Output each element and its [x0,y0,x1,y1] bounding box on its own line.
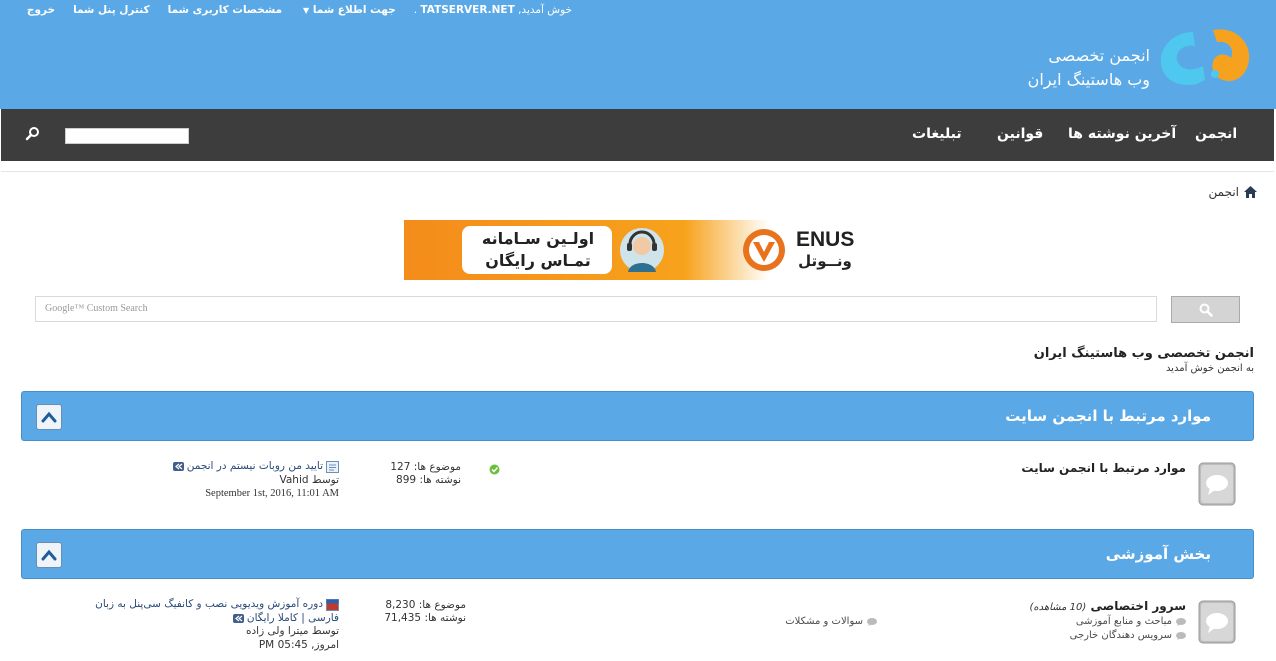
top-links: خوش آمدید, TATSERVER.NET . جهت اطلاع شما… [27,4,572,18]
posts-count: نوشته ها: 71,435 [384,612,466,624]
category-header: بخش آموزشی [21,529,1254,579]
google-search-placeholder: Google™ Custom Search [45,303,148,314]
subforum-bubble-icon [1176,631,1186,640]
subforum-bubble-icon [867,617,877,626]
site-logo-icon[interactable] [1153,22,1257,94]
username-link[interactable]: TATSERVER.NET [420,4,514,16]
logout-link[interactable]: خروج [27,4,55,18]
topics-count: موضوع ها: 8,230 [385,599,466,611]
caret-down-icon: ▼ [303,6,310,15]
last-post-link[interactable]: دوره آموزش ویدیویی نصب و کانفیگ سی‌پنل ب… [95,598,323,612]
goto-last-post-icon[interactable] [172,462,184,472]
nav-item-latest-posts[interactable]: آخرین نوشته ها [1068,126,1176,142]
forum-bubble-icon[interactable] [1198,600,1236,644]
header-search-input[interactable] [65,128,189,144]
forum-title: انجمن تخصصی وب هاستینگ ایران [1033,346,1254,361]
banner-brand-en: ENUS [796,228,855,251]
last-post: تایید من روبات نیستم در انجمن توسط Vahid… [127,460,339,501]
category-title[interactable]: بخش آموزشی [1106,545,1211,563]
forum-row: سرور اختصاصی (10 مشاهده) مباحث و منابع آ… [21,590,1254,661]
status-online-icon [489,464,500,475]
banner-text-line2: تمـاس رایگان [485,251,591,270]
nav-item-ads[interactable]: تبلیغات [912,126,962,142]
site-header: خوش آمدید, TATSERVER.NET . جهت اطلاع شما… [0,0,1276,109]
last-post-time: امروز, 05:45 PM [258,638,339,651]
nav-item-rules[interactable]: قوانین [997,126,1043,142]
subforum-link[interactable]: مباحث و منابع آموزشی [1061,616,1186,627]
site-logo-text: انجمن تخصصی وب هاستینگ ایران [1027,46,1150,89]
venotel-logo-icon [743,229,785,271]
forum-subtitle: به انجمن خوش آمدید [1165,363,1254,374]
search-icon[interactable] [25,126,41,142]
breadcrumb: انجمن [1195,184,1257,200]
post-flag-icon [326,598,339,611]
goto-last-post-icon[interactable] [232,613,244,623]
forum-viewers: (10 مشاهده) [1029,602,1087,613]
support-agent-icon [620,228,664,272]
category-title[interactable]: موارد مرتبط با انجمن سایت [1005,407,1211,425]
last-post-author[interactable]: Vahid [279,474,308,486]
last-post: دوره آموزش ویدیویی نصب و کانفیگ سی‌پنل ب… [51,598,339,652]
chevron-up-icon [41,549,57,561]
google-search-button[interactable] [1171,296,1240,323]
post-document-icon [326,460,339,473]
home-icon[interactable] [1244,186,1257,198]
google-search-input[interactable]: Google™ Custom Search [35,296,1157,322]
posts-count: نوشته ها: 899 [396,474,461,486]
topics-count: موضوع ها: 127 [390,461,461,473]
category-header: موارد مرتبط با انجمن سایت [21,391,1254,441]
search-icon [1199,303,1213,317]
forum-name: سرور اختصاصی (10 مشاهده) [1029,599,1186,613]
subforum-link[interactable]: سوالات و مشکلات [761,616,877,627]
last-post-link-cont[interactable]: فارسی | کاملا رایگان [247,612,339,626]
last-post-link[interactable]: تایید من روبات نیستم در انجمن [187,460,323,474]
control-panel-link[interactable]: کنترل پنل شما [73,4,150,18]
main-nav: انجمن آخرین نوشته ها قوانین تبلیغات [1,109,1274,161]
subforum-bubble-icon [1176,617,1186,626]
breadcrumb-home[interactable]: انجمن [1209,185,1240,199]
collapse-button[interactable] [36,404,62,430]
forum-name[interactable]: موارد مرتبط با انجمن سایت [1021,461,1186,475]
last-post-time: September 1st, 2016, 11:01 AM [205,488,339,499]
profile-link[interactable]: مشخصات کاربری شما [168,4,282,18]
collapse-button[interactable] [36,542,62,568]
nav-item-forum[interactable]: انجمن [1195,126,1237,142]
welcome-text: خوش آمدید, TATSERVER.NET . [413,4,572,16]
banner-text-line1: اولـین سـامانه [481,229,595,248]
chevron-up-icon [41,411,57,423]
forum-row: موارد مرتبط با انجمن سایت موضوع ها: 127 … [21,452,1254,512]
banner-brand-fa: ونــوتل [798,252,852,270]
subforum-link[interactable]: سرویس دهندگان خارجی [1061,630,1186,641]
forum-bubble-icon[interactable] [1198,462,1236,506]
ad-banner[interactable]: اولـین سـامانه تمـاس رایگان ENUS ونــوتل [404,220,872,280]
last-post-author[interactable]: میترا ولی زاده [246,625,309,637]
notifications-link[interactable]: جهت اطلاع شما ▼ [300,4,396,18]
